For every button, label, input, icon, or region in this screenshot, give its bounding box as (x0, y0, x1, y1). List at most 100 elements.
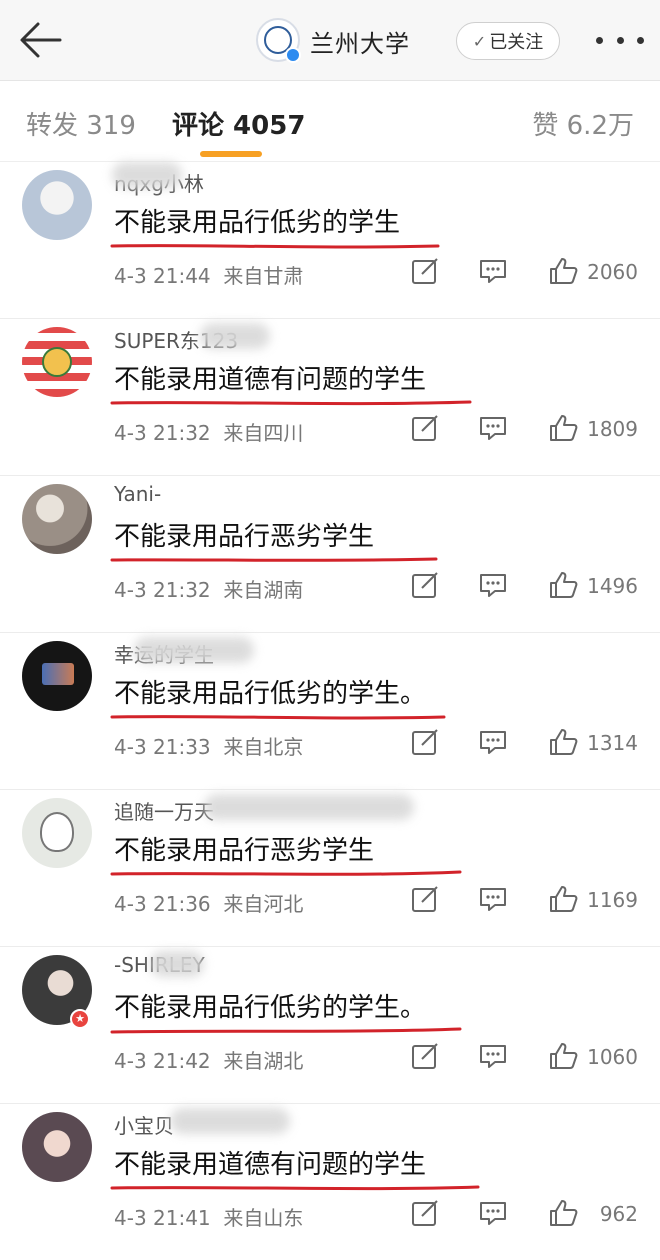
comment-icon[interactable] (478, 570, 508, 600)
back-arrow-icon[interactable] (16, 18, 64, 62)
thumbs-up-icon[interactable] (548, 884, 578, 914)
wreath-icon (42, 347, 72, 377)
thumbs-up-icon[interactable] (548, 1041, 578, 1071)
comment-meta: 4-3 21:41 来自山东 (114, 1202, 303, 1231)
comment-icon[interactable] (478, 413, 508, 443)
red-underline (110, 1185, 480, 1191)
comment-meta: 4-3 21:42 来自湖北 (114, 1045, 303, 1074)
active-tab-indicator (200, 151, 262, 157)
comment-text: 不能录用道德有问题的学生 (114, 1150, 427, 1180)
thumbs-up-icon[interactable] (548, 1198, 578, 1228)
edit-share-icon[interactable] (410, 1041, 440, 1071)
comment-username[interactable]: 小宝贝 (114, 1110, 174, 1139)
comment-location: 来自湖南 (223, 578, 304, 602)
like-count: 1060 (587, 1045, 638, 1069)
edit-share-icon[interactable] (410, 1198, 440, 1228)
avatar[interactable] (22, 798, 92, 868)
comment-location: 来自北京 (223, 735, 304, 759)
comment-location: 来自河北 (223, 892, 304, 916)
avatar[interactable] (22, 170, 92, 240)
avatar[interactable] (22, 327, 92, 397)
tab-likes[interactable]: 赞 6.2万 (532, 105, 634, 142)
comment-location: 来自山东 (223, 1206, 304, 1230)
comment-text: 不能录用品行恶劣学生 (114, 836, 375, 866)
blur-mask (200, 323, 270, 349)
comment-icon[interactable] (478, 884, 508, 914)
comment-icon[interactable] (478, 1041, 508, 1071)
comment-username[interactable]: 追随一万天 (114, 796, 214, 825)
comment-text: 不能录用品行低劣的学生 (114, 208, 401, 238)
edit-share-icon[interactable] (410, 727, 440, 757)
edit-share-icon[interactable] (410, 413, 440, 443)
comment-time: 4-3 21:42 (114, 1049, 211, 1073)
comment-icon[interactable] (478, 1198, 508, 1228)
edit-share-icon[interactable] (410, 884, 440, 914)
comment-text: 不能录用品行恶劣学生 (114, 522, 375, 552)
red-underline (110, 400, 472, 406)
more-dots-icon[interactable] (596, 26, 644, 54)
thumbs-up-icon[interactable] (548, 570, 578, 600)
comment-meta: 4-3 21:36 来自河北 (114, 888, 303, 917)
comment-icon[interactable] (478, 727, 508, 757)
blur-mask (134, 637, 254, 663)
comment-text: 不能录用道德有问题的学生 (114, 365, 427, 395)
comment-time: 4-3 21:36 (114, 892, 211, 916)
photo-thumbnail (42, 663, 74, 685)
comment-username[interactable]: Yani- (114, 482, 161, 506)
blur-mask (170, 1108, 290, 1134)
follow-button[interactable]: ✓ 已关注 (456, 22, 560, 60)
comment-time: 4-3 21:32 (114, 421, 211, 445)
red-underline (110, 557, 438, 562)
comment-text: 不能录用品行低劣的学生。 (114, 679, 427, 709)
comment-item: SUPER东123 不能录用道德有问题的学生 4-3 21:32 来自四川 18… (0, 319, 660, 476)
like-count: 962 (599, 1202, 638, 1226)
comment-item: 追随一万天 不能录用品行恶劣学生 4-3 21:36 来自河北 1169 (0, 790, 660, 947)
red-underline (110, 244, 440, 249)
verified-badge-icon (285, 47, 301, 63)
like-count: 1809 (587, 417, 638, 441)
blur-mask (150, 951, 204, 977)
penguin-icon (40, 812, 74, 852)
comment-item: ★ -SHIRLEY 不能录用品行低劣的学生。 4-3 21:42 来自湖北 1… (0, 947, 660, 1104)
blur-mask (112, 162, 182, 188)
like-count: 1314 (587, 731, 638, 755)
comment-time: 4-3 21:44 (114, 264, 211, 288)
comment-time: 4-3 21:33 (114, 735, 211, 759)
comment-icon[interactable] (478, 256, 508, 286)
comment-item: Yani- 不能录用品行恶劣学生 4-3 21:32 来自湖南 1496 (0, 476, 660, 633)
thumbs-up-icon[interactable] (548, 413, 578, 443)
comment-location: 来自甘肃 (223, 264, 304, 288)
avatar[interactable] (22, 1112, 92, 1182)
edit-share-icon[interactable] (410, 570, 440, 600)
comment-item: 幸运的学生 不能录用品行低劣的学生。 4-3 21:33 来自北京 1314 (0, 633, 660, 790)
comment-location: 来自四川 (223, 421, 304, 445)
red-underline (110, 715, 446, 720)
edit-share-icon[interactable] (410, 256, 440, 286)
check-icon: ✓ (472, 31, 487, 51)
comment-item: nqxg小林 不能录用品行低劣的学生 4-3 21:44 来自甘肃 2060 (0, 162, 660, 319)
red-underline (110, 1027, 462, 1034)
like-count: 2060 (587, 260, 638, 284)
comment-location: 来自湖北 (223, 1049, 304, 1073)
comment-meta: 4-3 21:32 来自湖南 (114, 574, 303, 603)
comment-time: 4-3 21:32 (114, 578, 211, 602)
comment-text: 不能录用品行低劣的学生。 (114, 993, 427, 1023)
tab-repost[interactable]: 转发 319 (26, 105, 136, 142)
blur-mask (204, 794, 414, 820)
account-name[interactable]: 兰州大学 (310, 24, 410, 59)
vip-badge-icon: ★ (70, 1009, 90, 1029)
like-count: 1496 (587, 574, 638, 598)
comment-meta: 4-3 21:33 来自北京 (114, 731, 303, 760)
follow-label: 已关注 (489, 32, 544, 53)
tab-bar: 转发 319 评论 4057 赞 6.2万 (0, 81, 660, 162)
comment-meta: 4-3 21:32 来自四川 (114, 417, 303, 446)
thumbs-up-icon[interactable] (548, 256, 578, 286)
avatar[interactable] (22, 641, 92, 711)
tab-comments[interactable]: 评论 4057 (172, 105, 305, 142)
top-bar: 兰州大学 ✓ 已关注 (0, 0, 660, 81)
like-count: 1169 (587, 888, 638, 912)
thumbs-up-icon[interactable] (548, 727, 578, 757)
university-avatar[interactable] (256, 18, 301, 63)
avatar[interactable] (22, 484, 92, 554)
red-underline (110, 870, 462, 876)
